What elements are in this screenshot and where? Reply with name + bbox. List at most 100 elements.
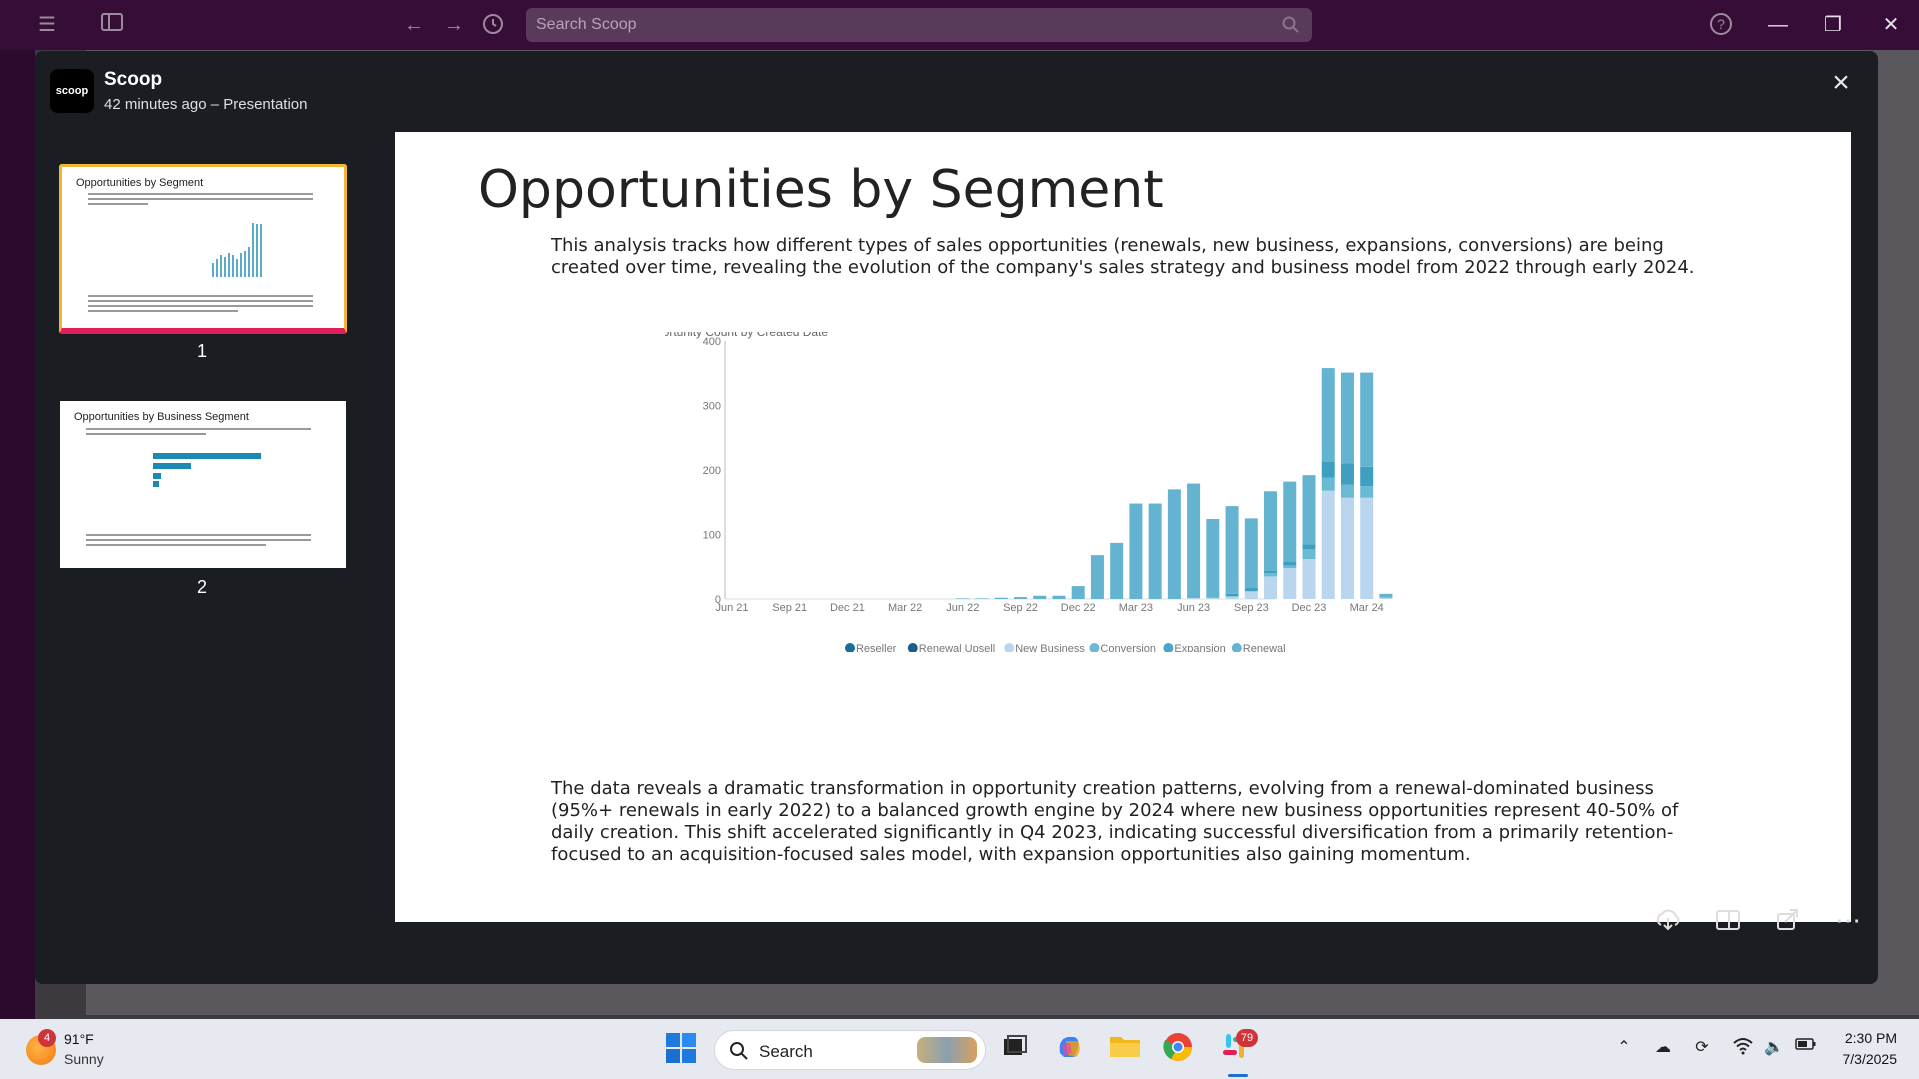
help-icon[interactable]: ? <box>1708 12 1734 38</box>
slide-thumbnail-1[interactable]: Opportunities by Segment <box>59 164 347 334</box>
download-icon[interactable] <box>1651 905 1685 939</box>
thumbnail-bar <box>224 257 226 277</box>
sync-icon[interactable]: ⟳ <box>1690 1037 1714 1061</box>
chart-bar-segment <box>1283 568 1297 599</box>
share-icon[interactable] <box>1771 905 1805 939</box>
menu-icon[interactable]: ☰ <box>34 12 60 38</box>
x-tick-label: Dec 23 <box>1292 602 1327 614</box>
thumbnail-bar <box>153 453 261 459</box>
thumbnail-bar <box>212 263 214 277</box>
minimize-button[interactable]: — <box>1755 8 1801 42</box>
windows-start-icon[interactable] <box>664 1031 704 1067</box>
x-tick-label: Dec 22 <box>1061 602 1096 614</box>
file-explorer-icon[interactable] <box>1108 1031 1148 1067</box>
slide-thumbnail-2[interactable]: Opportunities by Business Segment <box>60 401 346 568</box>
thumbnail-bar <box>220 255 222 277</box>
close-icon[interactable]: × <box>1826 68 1856 99</box>
split-view-icon[interactable] <box>1711 905 1745 939</box>
copilot-icon[interactable] <box>1054 1031 1094 1067</box>
x-tick-label: Dec 21 <box>830 602 865 614</box>
thumbnail-text-line <box>86 534 311 536</box>
slide-conclusion-text: The data reveals a dramatic transformati… <box>551 778 1679 865</box>
chart-bar-segment <box>1225 593 1239 597</box>
y-tick-label: 300 <box>703 401 721 413</box>
weather-condition[interactable]: Sunny <box>64 1051 104 1067</box>
thumbnail-text-line <box>88 310 238 312</box>
chart-bar-segment <box>1340 463 1354 485</box>
thumbnail-text-line <box>86 544 266 546</box>
chart-bar-segment <box>1187 483 1201 597</box>
x-tick-label: Jun 21 <box>715 602 748 614</box>
slide-intro-text: This analysis tracks how different types… <box>551 235 1695 278</box>
battery-icon[interactable] <box>1794 1037 1818 1061</box>
chart-bar-segment <box>1264 576 1278 599</box>
thumbnail-bar <box>153 463 191 469</box>
chart-bar-segment <box>1340 497 1354 599</box>
chart-bar-segment <box>1167 489 1181 599</box>
chevron-up-icon[interactable]: ⌃ <box>1612 1037 1636 1061</box>
chart-bar-segment <box>1360 497 1374 599</box>
search-bar[interactable] <box>526 8 1312 42</box>
chart-bar-segment <box>994 597 1008 599</box>
x-tick-label: Mar 23 <box>1119 602 1153 614</box>
thumbnail-text-line <box>88 203 148 205</box>
task-view-icon[interactable] <box>1000 1031 1040 1067</box>
thumbnail-text-line <box>86 539 311 541</box>
window-close-button[interactable]: ✕ <box>1868 8 1914 42</box>
thumbnail-title: Opportunities by Segment <box>76 177 204 189</box>
slide-canvas: Opportunities by Segment This analysis t… <box>395 132 1851 922</box>
thumbnail-bar <box>153 481 159 487</box>
chart-bar-segment <box>1206 597 1220 599</box>
chart-bar-segment <box>1283 565 1297 569</box>
search-input[interactable] <box>536 16 1276 34</box>
chart-bar-segment <box>1321 368 1335 462</box>
thumbnail-text-line <box>88 295 313 297</box>
taskbar-search[interactable]: Search <box>714 1030 986 1070</box>
modal-subtitle: 42 minutes ago – Presentation <box>104 96 308 113</box>
legend-marker <box>1231 643 1242 652</box>
chart-bar-segment <box>975 598 989 599</box>
onedrive-icon[interactable]: ☁ <box>1651 1037 1675 1061</box>
search-icon <box>730 1042 748 1060</box>
active-app-indicator <box>1228 1074 1248 1077</box>
restore-button[interactable]: ❐ <box>1810 8 1856 42</box>
x-tick-label: Jun 22 <box>946 602 979 614</box>
legend-label: Conversion <box>1100 643 1156 652</box>
legend-label: Expansion <box>1174 643 1225 652</box>
y-tick-label: 400 <box>703 336 721 348</box>
thumbnail-bar <box>248 247 250 277</box>
thumbnail-number: 1 <box>196 341 207 361</box>
clock-date[interactable]: 7/3/2025 <box>1843 1051 1898 1067</box>
legend-marker <box>1089 643 1100 652</box>
wifi-icon[interactable] <box>1731 1037 1755 1061</box>
thumbnail-number: 2 <box>196 577 207 597</box>
chrome-icon[interactable] <box>1162 1031 1202 1067</box>
clock-time[interactable]: 2:30 PM <box>1845 1030 1897 1046</box>
thumbnail-text-line <box>88 305 313 307</box>
weather-temperature[interactable]: 91°F <box>64 1031 94 1047</box>
chart-bar-segment <box>1360 372 1374 467</box>
x-tick-label: Jun 23 <box>1177 602 1210 614</box>
more-options-icon[interactable]: ⋯ <box>1831 905 1865 939</box>
workspace-sidebar <box>0 50 35 1020</box>
forward-arrow-icon[interactable]: → <box>441 12 467 38</box>
chart-bar-segment <box>1033 595 1047 599</box>
chart-bar-segment <box>1379 593 1393 598</box>
svg-text:?: ? <box>1717 16 1725 32</box>
title-bar: ☰ ← → ? — ❐ ✕ <box>0 0 1919 50</box>
sidebar-toggle-icon[interactable] <box>99 12 125 38</box>
weather-badge: 4 <box>38 1029 56 1047</box>
chart-bar-segment <box>1110 542 1124 599</box>
history-icon[interactable] <box>480 12 506 38</box>
back-arrow-icon[interactable]: ← <box>401 12 427 38</box>
thumbnail-text-line <box>86 433 206 435</box>
thumbnail-bar <box>236 259 238 277</box>
search-icon <box>1282 16 1299 33</box>
volume-icon[interactable]: 🔈 <box>1762 1037 1786 1061</box>
x-tick-label: Sep 23 <box>1234 602 1269 614</box>
chart-bar-segment <box>1340 372 1354 464</box>
legend-marker <box>1004 643 1015 652</box>
x-tick-label: Sep 21 <box>772 602 807 614</box>
chart-bar-segment <box>1129 503 1143 599</box>
thumbnail-bar <box>153 473 161 479</box>
